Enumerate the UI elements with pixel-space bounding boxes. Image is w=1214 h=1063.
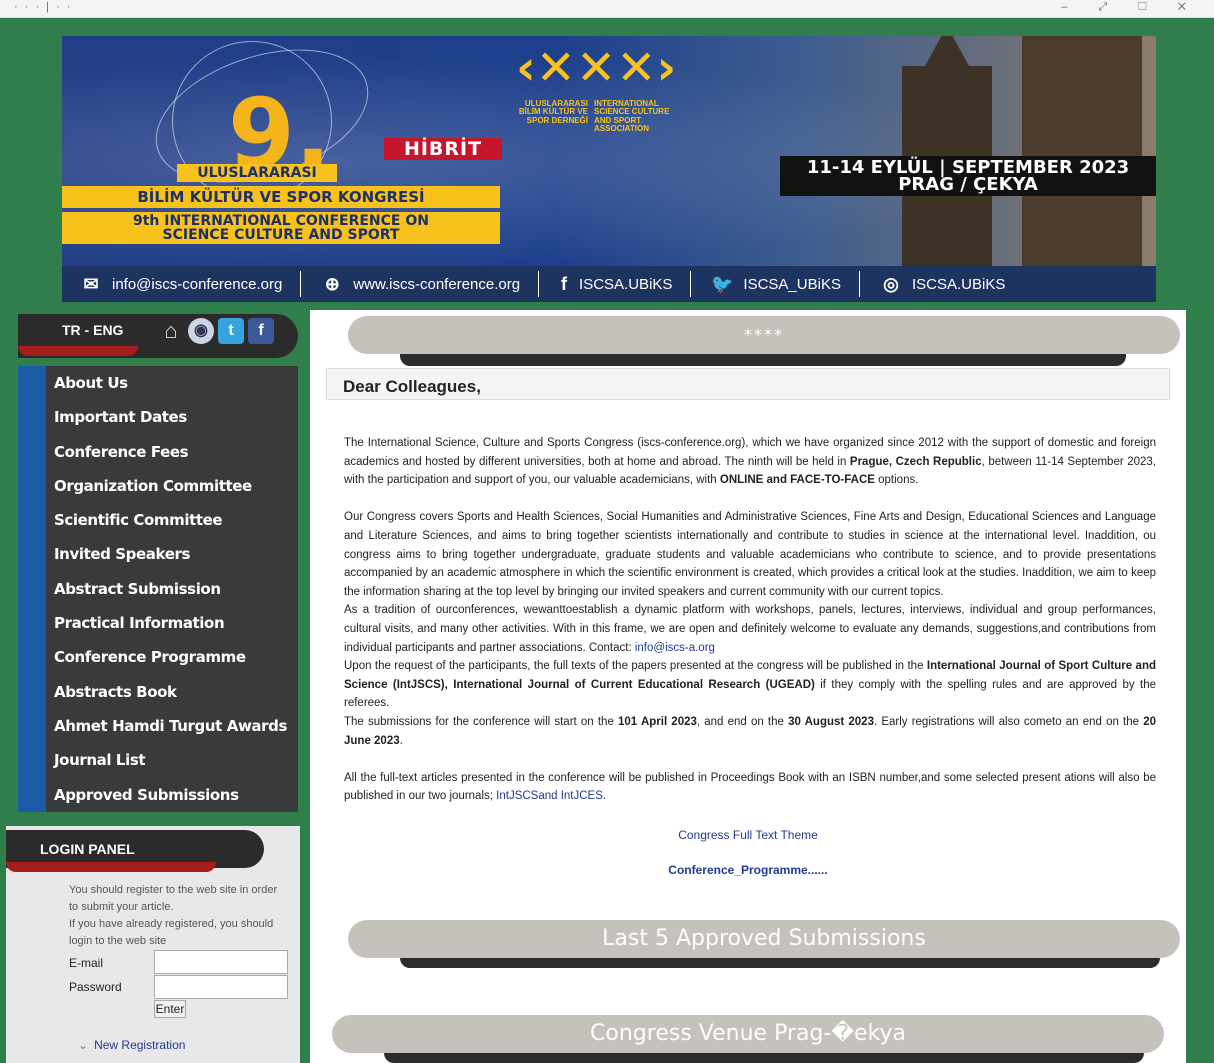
email-label: E-mail [69,956,104,970]
language-switch[interactable]: TR - ENG [62,322,123,338]
facebook-icon[interactable]: f [248,318,274,344]
quick-icons: ⌂ ◉ t f [158,318,274,344]
paragraph-intro: The International Science, Culture and S… [344,437,1156,487]
event-location: PRAG / ÇEKYA [898,174,1038,195]
banner-line-1: ULUSLARARASI [177,164,337,182]
password-label: Password [69,980,122,994]
greeting-heading: Dear Colleagues, [326,368,1170,400]
home-icon[interactable]: ⌂ [158,318,184,344]
menu-item-invited-speakers[interactable]: Invited Speakers [46,537,298,571]
contact-email[interactable]: ✉ info@iscs-conference.org [62,271,302,297]
paragraph-journals: Upon the request of the participants, th… [344,660,1156,710]
menu-item-about-us[interactable]: About Us [46,366,298,400]
menu-item-practical-information[interactable]: Practical Information [46,606,298,640]
enter-button[interactable]: Enter [154,1000,186,1018]
paragraph-tradition: As a tradition of ourconferences, wewant… [344,604,1156,654]
menu-item-abstract-submission[interactable]: Abstract Submission [46,572,298,606]
contact-email-link[interactable]: info@iscs-a.org [635,642,715,654]
logo-text-tr: ULUSLARARASI BİLİM KÜLTÜR VE SPOR DERNEĞ… [518,99,588,125]
top-section-header: **** [348,316,1180,366]
paragraph-scope: Our Congress covers Sports and Health Sc… [344,511,1156,598]
menu-item-abstracts-book[interactable]: Abstracts Book [46,675,298,709]
paragraph-dates: The submissions for the conference will … [344,715,1156,747]
menu-item-conference-programme[interactable]: Conference Programme [46,640,298,674]
congress-venue-header: Congress Venue Prag-�ekya [332,1015,1164,1063]
browser-menu-dots[interactable]: · · · | · · [14,1,72,13]
menu-item-conference-fees[interactable]: Conference Fees [46,435,298,469]
seal-icon[interactable]: ◉ [188,318,214,344]
menu-item-journal-list[interactable]: Journal List [46,743,298,777]
main-content: **** Dear Colleagues, The International … [310,310,1186,1063]
contact-twitter[interactable]: 🐦 ISCSA_UBiKS [691,271,860,297]
contact-instagram[interactable]: ◎ ISCSA.UBiKS [860,271,1023,297]
new-registration-link[interactable]: ⌄ New Registration [78,1038,185,1052]
banner-line-3a: 9th INTERNATIONAL CONFERENCE ON [133,213,429,229]
envelope-icon: ✉ [83,274,99,294]
browser-topbar: · · · | · · – ⤢ ☐ ✕ [0,0,1214,18]
login-info: You should register to the web site in o… [69,884,278,947]
conference-programme-link[interactable]: Conference_Programme...... [620,863,876,877]
contact-facebook[interactable]: f ISCSA.UBiKS [539,271,692,297]
window-controls[interactable]: – ⤢ ☐ ✕ [1061,1,1200,14]
event-date-band: 11-14 EYLÜL | SEPTEMBER 2023 PRAG / ÇEKY… [780,156,1156,196]
contact-bar: ✉ info@iscs-conference.org ⊕ www.iscs-co… [62,266,1156,302]
twitter-icon: 🐦 [711,274,734,294]
menu-item-awards[interactable]: Ahmet Hamdi Turgut Awards [46,709,298,743]
password-field[interactable] [154,975,288,999]
menu-item-important-dates[interactable]: Important Dates [46,400,298,434]
side-menu: About Us Important Dates Conference Fees… [18,366,298,812]
full-text-theme-link[interactable]: Congress Full Text Theme [620,828,876,842]
header-banner: 9. HİBRİT ULUSLARARASI BİLİM KÜLTÜR VE S… [62,36,1156,266]
email-field[interactable] [154,950,288,974]
chevron-down-icon: ⌄ [78,1038,89,1052]
contact-website[interactable]: ⊕ www.iscs-conference.org [301,271,540,297]
login-panel: LOGIN PANEL You should register to the w… [6,826,300,1063]
banner-line-3b: SCIENCE CULTURE AND SPORT [162,227,400,243]
facebook-icon: f [561,274,568,294]
logo-text-en: INTERNATIONAL SCIENCE CULTURE AND SPORT … [594,99,670,134]
journals-link[interactable]: IntJSCSand IntJCES [496,790,603,802]
hybrid-badge: HİBRİT [384,138,502,160]
banner-line-2: BİLİM KÜLTÜR VE SPOR KONGRESİ [62,186,500,208]
instagram-icon: ◎ [883,274,899,294]
paragraph-proceedings: All the full-text articles presented in … [344,771,1156,803]
banner-line-3: 9th INTERNATIONAL CONFERENCE ON SCIENCE … [62,212,500,244]
menu-item-organization-committee[interactable]: Organization Committee [46,469,298,503]
twitter-icon[interactable]: t [218,318,244,344]
association-logo: ‹✕✕✕› [516,40,677,96]
association-logo-text: ULUSLARARASI BİLİM KÜLTÜR VE SPOR DERNEĞ… [502,99,682,134]
menu-item-scientific-committee[interactable]: Scientific Committee [46,503,298,537]
globe-icon: ⊕ [324,274,340,294]
church-tower [1022,36,1142,266]
menu-item-approved-submissions[interactable]: Approved Submissions [46,778,298,812]
welcome-text: The International Science, Culture and S… [344,434,1156,806]
accent-line [18,346,138,356]
approved-submissions-header: Last 5 Approved Submissions [348,920,1180,968]
